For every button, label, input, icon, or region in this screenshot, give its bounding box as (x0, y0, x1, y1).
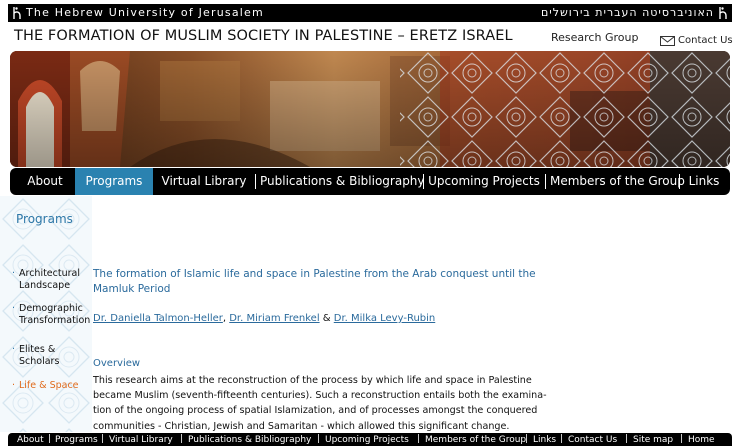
author-separator: & (319, 313, 334, 324)
nav-item-members[interactable]: Members of the Group (550, 168, 685, 195)
sidebar-heading: Programs (16, 212, 73, 226)
research-group-label: Research Group (551, 31, 639, 44)
main-nav: About Programs Virtual Library Publicati… (10, 168, 730, 195)
nav-item-about[interactable]: About (18, 168, 72, 195)
footer-link-home[interactable]: Home (688, 435, 715, 445)
nav-separator (423, 174, 424, 189)
nav-item-links[interactable]: Links (684, 168, 724, 195)
footer-separator: | (680, 434, 684, 444)
university-logo-icon[interactable] (12, 6, 22, 20)
overview-heading: Overview (93, 358, 141, 369)
nav-separator (679, 174, 680, 189)
nav-item-publications[interactable]: Publications & Bibliography (260, 168, 425, 195)
footer-separator: | (101, 434, 105, 444)
sidebar-item-label: Elites & Scholars (19, 344, 60, 367)
footer-link-publications[interactable]: Publications & Bibliography (188, 435, 311, 445)
page: The Hebrew University of Jerusalem האוני… (0, 0, 740, 446)
bullet-icon: · (12, 344, 16, 355)
footer-link-about[interactable]: About (17, 435, 44, 445)
footer-link-links[interactable]: Links (533, 435, 556, 445)
footer-separator: | (525, 434, 529, 444)
sidebar-item-elites-scholars[interactable]: · Elites & Scholars (12, 344, 71, 367)
university-logo-icon[interactable] (718, 6, 728, 20)
overview-text: This research aims at the reconstruction… (93, 373, 547, 434)
university-bar: The Hebrew University of Jerusalem האוני… (8, 4, 732, 22)
sidebar-item-label: Life & Space (19, 380, 79, 391)
contact-us-label: Contact Us (678, 35, 733, 46)
author-link[interactable]: Dr. Daniella Talmon-Heller (93, 313, 223, 324)
sidebar-item-label: Demographic Transformation (19, 303, 91, 326)
footer-link-site-map[interactable]: Site map (633, 435, 673, 445)
footer-link-upcoming-projects[interactable]: Upcoming Projects (325, 435, 409, 445)
overview-line: communities - Christian, Jewish and Sama… (93, 420, 510, 432)
nav-item-upcoming-projects[interactable]: Upcoming Projects (428, 168, 540, 195)
sidebar-item-architectural-landscape[interactable]: · Architectural Landscape (12, 268, 91, 291)
bullet-icon: · (12, 268, 16, 279)
university-name-english[interactable]: The Hebrew University of Jerusalem (26, 6, 264, 19)
overview-line: This research aims at the reconstruction… (93, 375, 532, 386)
footer-separator: | (180, 434, 184, 444)
footer-separator: | (560, 434, 564, 444)
contact-us-link[interactable]: Contact Us (660, 35, 733, 46)
overview-line: became Muslim (seventh-fifteenth centuri… (93, 390, 547, 402)
nav-item-programs[interactable]: Programs (75, 168, 153, 195)
footer-link-contact-us[interactable]: Contact Us (568, 435, 617, 445)
authors-line: Dr. Daniella Talmon-Heller, Dr. Miriam F… (93, 313, 435, 324)
envelope-icon (660, 35, 675, 46)
nav-item-virtual-library[interactable]: Virtual Library (158, 168, 250, 195)
sidebar-item-demographic-transformation[interactable]: · Demographic Transformation (12, 303, 91, 326)
footer-separator: | (625, 434, 629, 444)
bullet-icon: · (12, 303, 16, 314)
footer-separator: | (317, 434, 321, 444)
site-title: THE FORMATION OF MUSLIM SOCIETY IN PALES… (14, 28, 513, 44)
content-title: The formation of Islamic life and space … (93, 268, 536, 295)
footer-nav: About | Programs | Virtual Library | Pub… (8, 433, 732, 446)
nav-separator (545, 174, 546, 189)
banner-image (10, 51, 730, 167)
bullet-icon: · (12, 380, 16, 391)
author-link[interactable]: Dr. Milka Levy-Rubin (334, 313, 435, 324)
sidebar-item-label: Architectural Landscape (19, 268, 80, 291)
overview-line: tion of the ongoing process of spatial I… (93, 405, 538, 417)
author-link[interactable]: Dr. Miriam Frenkel (229, 313, 319, 324)
university-name-hebrew[interactable]: האוניברסיטה העברית בירושלים (541, 6, 714, 19)
footer-link-programs[interactable]: Programs (55, 435, 98, 445)
footer-link-members[interactable]: Members of the Group (425, 435, 526, 445)
nav-separator (255, 174, 256, 189)
footer-separator: | (48, 434, 52, 444)
footer-separator: | (417, 434, 421, 444)
sidebar-item-life-space[interactable]: · Life & Space (12, 380, 91, 392)
footer-link-virtual-library[interactable]: Virtual Library (109, 435, 173, 445)
